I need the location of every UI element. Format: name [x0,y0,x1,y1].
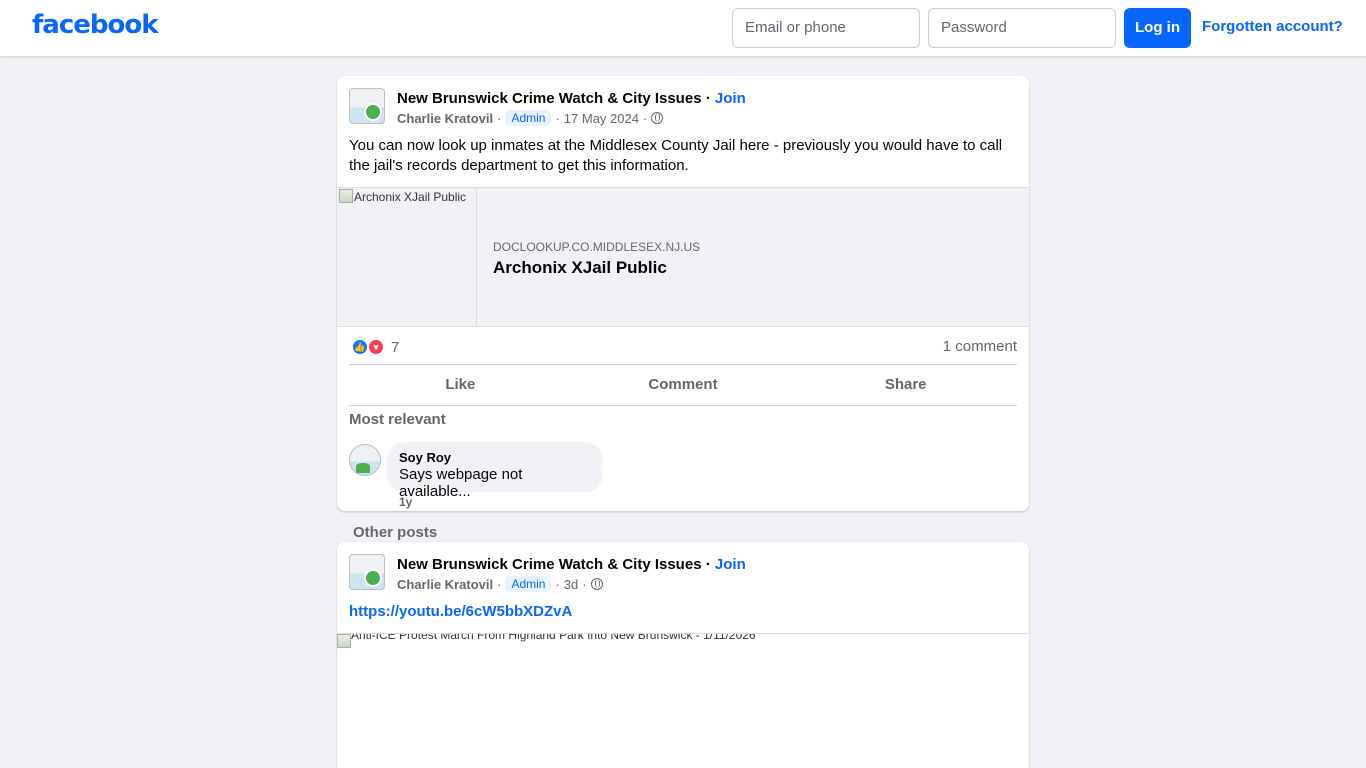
reactions-summary[interactable]: 👍 ♥ 7 [351,338,399,356]
share-button[interactable]: Share [794,365,1017,405]
group-avatar[interactable] [349,554,385,590]
author-name[interactable]: Charlie Kratovil [397,111,493,126]
post-card: New Brunswick Crime Watch & City Issues … [337,76,1029,511]
join-group-link[interactable]: Join [715,556,746,573]
facebook-logo[interactable]: facebook [32,10,159,40]
post-meta: Charlie Kratovil · Admin · 3d · [397,576,603,592]
other-posts-heading: Other posts [353,524,438,541]
group-avatar[interactable] [349,88,385,124]
post-header-title: New Brunswick Crime Watch & City Issues … [397,90,746,107]
login-button[interactable]: Log in [1124,8,1191,48]
group-name-link[interactable]: New Brunswick Crime Watch & City Issues [397,556,702,573]
author-name[interactable]: Charlie Kratovil [397,577,493,592]
link-preview-image: Archonix XJail Public [337,188,477,326]
email-field[interactable]: Email or phone [732,8,920,48]
comment-time[interactable]: 1y [399,495,412,509]
comment-button[interactable]: Comment [572,365,795,405]
forgotten-account-link[interactable]: Forgotten account? [1202,18,1343,35]
youtube-link[interactable]: https://youtu.be/6cW5bbXDZvA [349,603,572,620]
link-preview-title: Archonix XJail Public [493,258,667,277]
reaction-count: 7 [391,338,400,356]
video-preview-alt: Anti-ICE Protest March From Highland Par… [351,633,756,642]
post-date[interactable]: 3d [564,577,578,592]
admin-badge: Admin [505,576,552,592]
commenter-name[interactable]: Soy Roy [399,450,591,465]
admin-badge: Admin [505,110,552,126]
broken-image-icon [339,189,353,203]
post-text: You can now look up inmates at the Middl… [349,137,1003,174]
comment-sort[interactable]: Most relevant [349,411,446,428]
group-name-link[interactable]: New Brunswick Crime Watch & City Issues [397,90,702,107]
link-preview-domain: DOCLOOKUP.CO.MIDDLESEX.NJ.US [493,240,701,254]
post-header-title: New Brunswick Crime Watch & City Issues … [397,556,746,573]
top-bar: facebook Email or phone Password Log in … [0,0,1366,56]
post-card: New Brunswick Crime Watch & City Issues … [337,542,1029,768]
globe-icon [651,112,664,124]
post-meta: Charlie Kratovil · Admin · 17 May 2024 · [397,110,664,126]
password-field[interactable]: Password [928,8,1116,48]
comment-count[interactable]: 1 comment [943,338,1017,355]
love-reaction-icon: ♥ [367,338,385,356]
post-actions: Like Comment Share [349,365,1017,405]
video-preview[interactable]: Anti-ICE Protest March From Highland Par… [337,633,1029,768]
comment-bubble: Soy Roy Says webpage not available... [387,442,603,500]
join-group-link[interactable]: Join [715,90,746,107]
divider [349,405,1017,406]
link-preview[interactable]: Archonix XJail Public DOCLOOKUP.CO.MIDDL… [337,187,1029,327]
post-date[interactable]: 17 May 2024 [564,111,639,126]
comment-text: Says webpage not available... [399,466,523,500]
broken-image-icon [337,634,351,648]
like-button[interactable]: Like [349,365,572,405]
globe-icon [590,578,603,590]
commenter-avatar[interactable] [349,444,381,476]
link-preview-image-alt: Archonix XJail Public [354,190,467,204]
